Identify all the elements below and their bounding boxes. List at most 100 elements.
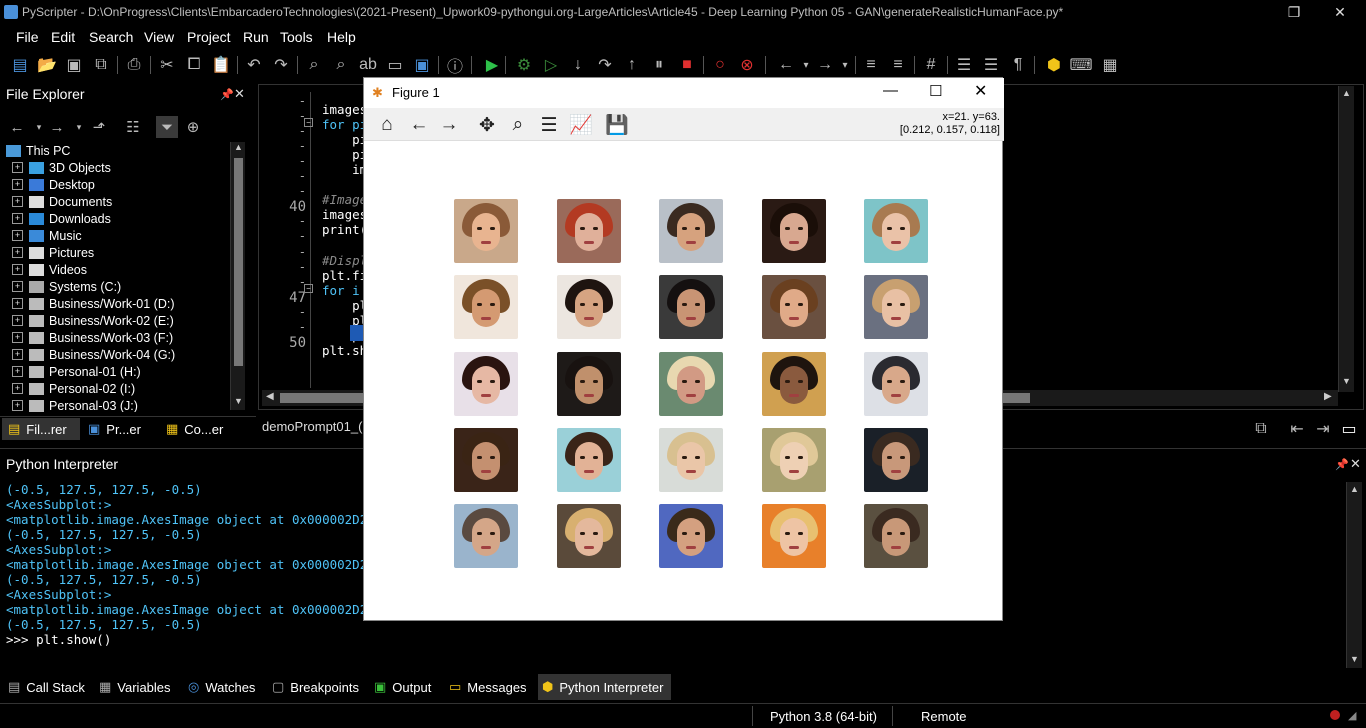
tree-item[interactable]: + Downloads [12,210,111,227]
tree-item[interactable]: + Music [12,227,82,244]
tab-messages[interactable]: ▭ Messages [449,676,527,698]
layout-icon[interactable]: ▦ [1099,54,1121,76]
run-icon[interactable]: ▶ [481,54,503,76]
restore-button[interactable]: ❐ [1274,2,1314,22]
cut-icon[interactable]: ✂ [156,54,178,76]
prev-tab-icon[interactable]: ⇤ [1286,418,1308,440]
tree-item[interactable]: + Business/Work-04 (G:) [12,346,175,363]
tab-python-interpreter[interactable]: ⬢ Python Interpreter [538,674,672,700]
fold-icon[interactable]: − [304,283,313,293]
paste-icon[interactable]: 📋 [210,54,232,76]
save-figure-icon[interactable]: 💾 [604,112,630,138]
home-icon[interactable]: ⌂ [374,112,400,138]
goto-line-icon[interactable]: ▣ [411,54,433,76]
expand-icon[interactable]: + [12,247,23,258]
interpreter-prompt[interactable]: >>> plt.show() [6,632,111,647]
scroll-thumb[interactable] [234,158,243,366]
menu-view[interactable]: View [144,29,174,45]
scroll-up-icon[interactable]: ▲ [1342,88,1351,98]
print-icon[interactable]: ⎙ [123,54,145,76]
indent-icon[interactable]: ≡ [860,54,882,76]
back-icon[interactable]: ← [6,116,28,138]
fold-icon[interactable]: − [304,118,313,128]
save-icon[interactable]: ▣ [63,54,85,76]
expand-icon[interactable]: + [12,349,23,360]
tree-item[interactable]: + Videos [12,261,87,278]
python-icon[interactable]: ⬢ [1043,54,1065,76]
new-folder-icon[interactable]: ⊕ [182,116,204,138]
next-tab-icon[interactable]: ⇥ [1312,418,1334,440]
expand-icon[interactable]: + [12,196,23,207]
comment-icon[interactable]: # [920,54,942,76]
expand-icon[interactable]: + [12,400,23,411]
back-icon[interactable]: ← [775,54,797,76]
expand-icon[interactable]: + [12,162,23,173]
tab-code-explorer[interactable]: ▦ Co...er [166,418,223,440]
menu-file[interactable]: File [16,29,39,45]
tree-item[interactable]: + Personal-01 (H:) [12,363,141,380]
menu-edit[interactable]: Edit [51,29,75,45]
expand-icon[interactable]: + [12,264,23,275]
scroll-down-icon[interactable]: ▼ [1350,654,1359,664]
up-folder-icon[interactable]: ⬏ [88,116,110,138]
expand-icon[interactable]: + [12,230,23,241]
forward-icon[interactable]: → [436,112,462,138]
python-version[interactable]: Python 3.8 (64-bit) [770,709,877,724]
undo-icon[interactable]: ↶ [243,54,265,76]
new-file-icon[interactable]: ▤ [9,54,31,76]
toggle-breakpoint-icon[interactable]: ○ [709,54,731,76]
tree-item[interactable]: + Pictures [12,244,94,261]
close-panel-icon[interactable]: ✕ [234,86,245,102]
pin-icon[interactable]: 📌 [1335,458,1349,471]
menu-tools[interactable]: Tools [280,29,313,45]
python-engine[interactable]: Remote [921,709,967,724]
minimize-button[interactable]: — [883,82,898,99]
scroll-up-icon[interactable]: ▲ [1350,484,1359,494]
menu-search[interactable]: Search [89,29,133,45]
debug-icon[interactable]: ⚙ [513,54,535,76]
expand-icon[interactable]: + [12,281,23,292]
forward-icon[interactable]: → [46,116,68,138]
open-file-icon[interactable]: 📂 [36,54,58,76]
tab-output[interactable]: ▣ Output [374,676,431,698]
replace-icon[interactable]: ab [357,54,379,76]
list-icon[interactable]: ☰ [953,54,975,76]
menu-run[interactable]: Run [243,29,269,45]
step-into-icon[interactable]: ↓ [567,54,589,76]
stop-icon[interactable]: ■ [676,54,698,76]
tab-variables[interactable]: ▦ Variables [99,676,171,698]
info-icon[interactable]: ⓘ [444,54,466,76]
scroll-down-icon[interactable]: ▼ [1342,376,1351,386]
tree-item[interactable]: + Business/Work-02 (E:) [12,312,174,329]
interpreter-output[interactable]: (-0.5, 127.5, 127.5, -0.5) <AxesSubplot:>… [6,482,390,662]
scroll-down-icon[interactable]: ▼ [234,396,243,406]
save-all-icon[interactable]: ⧉ [90,54,112,76]
close-button[interactable]: ✕ [1320,2,1360,22]
pilcrow-icon[interactable]: ¶ [1007,54,1029,76]
tree-item-this-pc[interactable]: This PC [6,142,70,159]
editor-scrollbar[interactable]: ▲ ▼ [1338,86,1354,392]
keyboard-icon[interactable]: ⌨ [1069,54,1092,76]
window-list-icon[interactable]: ⧉ [1250,418,1272,440]
tree-item[interactable]: +3D Objects [12,159,111,176]
tab-file-explorer[interactable]: ▤ Fil...rer [2,418,80,440]
expand-icon[interactable]: + [12,315,23,326]
filter-icon[interactable]: ⏷ [156,116,178,138]
zoom-icon[interactable]: ⌕ [505,112,531,138]
expand-icon[interactable]: + [12,383,23,394]
menu-project[interactable]: Project [187,29,231,45]
pan-icon[interactable]: ✥ [474,112,500,138]
clear-breakpoints-icon[interactable]: ⊗ [736,54,758,76]
tree-item[interactable]: + Documents [12,193,112,210]
edit-axis-icon[interactable]: 📈 [568,112,594,138]
back-icon[interactable]: ← [406,112,432,138]
forward-dropdown-icon[interactable]: ▾ [834,54,856,76]
tree-item[interactable]: + Business/Work-03 (F:) [12,329,173,346]
close-button[interactable]: ✕ [974,81,987,101]
pin-icon[interactable]: 📌 [220,88,234,101]
tree-item[interactable]: + Personal-03 (J:) [12,397,138,412]
explorer-scrollbar[interactable]: ▲ ▼ [230,142,245,410]
tree-item[interactable]: + Systems (C:) [12,278,121,295]
expand-icon[interactable]: + [12,366,23,377]
find-icon[interactable]: ⌕ [303,54,325,76]
